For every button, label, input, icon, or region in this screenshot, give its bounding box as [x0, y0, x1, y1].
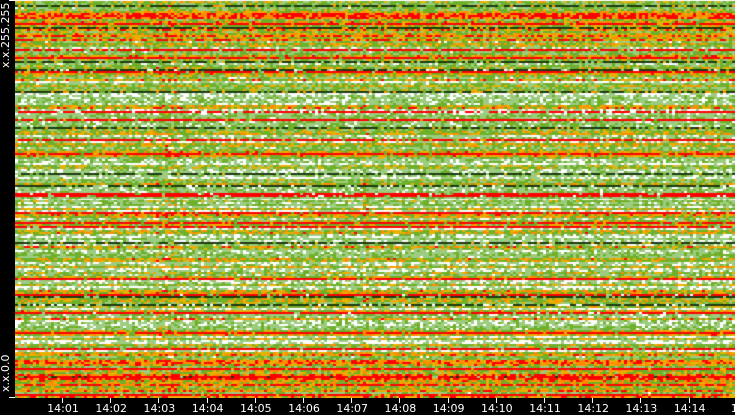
x-tick-label: 14:14 [673, 402, 706, 415]
x-tick-label: 14:06 [288, 402, 320, 415]
x-tick-label: 14:11 [529, 402, 561, 415]
heatmap-canvas [15, 0, 735, 398]
x-tick-label: 14:03 [143, 402, 176, 415]
y-tick-bottom [9, 397, 15, 398]
x-tick-label: 14:01 [47, 402, 79, 415]
x-tick-label: 14:09 [432, 402, 465, 415]
y-label-bottom: x.x.0.0 [0, 354, 12, 392]
x-tick-label: 14:12 [577, 402, 610, 415]
x-tick-label: 14:05 [239, 402, 272, 415]
x-tick-label: 14:13 [625, 402, 658, 415]
x-tick-label: 14:04 [191, 402, 224, 415]
y-label-top: x.x.255.255 [0, 2, 12, 68]
x-tick-label: 14 [730, 402, 735, 415]
x-tick-label: 14:02 [95, 402, 128, 415]
x-tick-label: 14:08 [384, 402, 417, 415]
x-tick-label: 14:10 [480, 402, 513, 415]
y-tick-top [9, 0, 15, 1]
x-tick-label: 14:07 [336, 402, 369, 415]
